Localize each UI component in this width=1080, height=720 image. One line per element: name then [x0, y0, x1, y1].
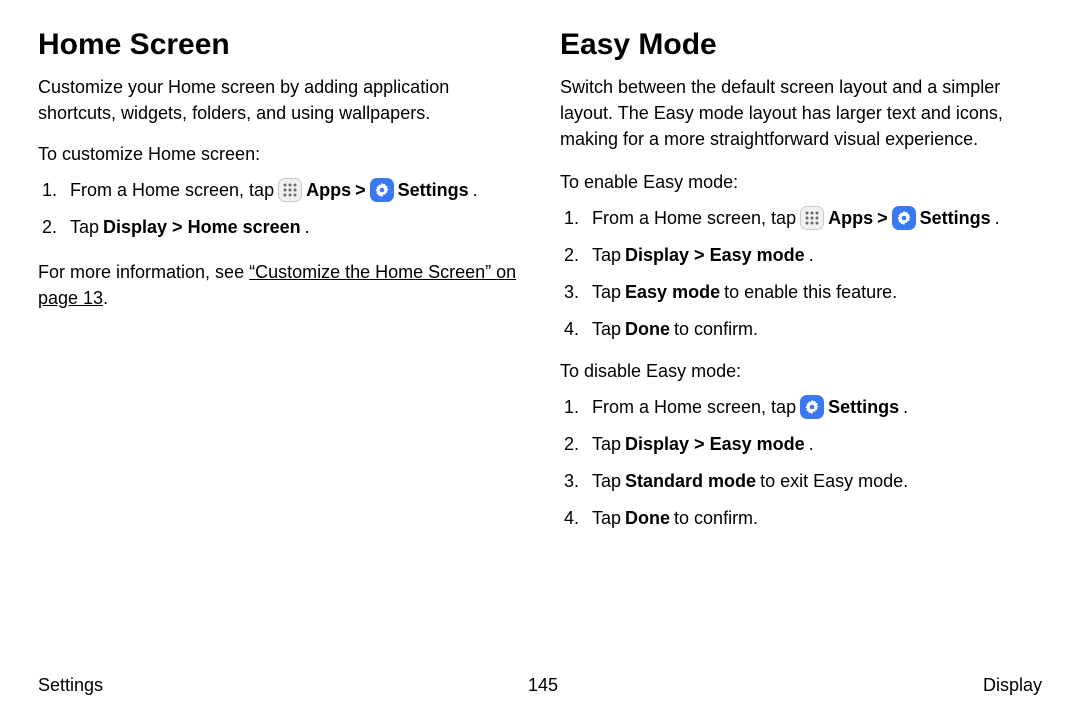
list-item: 4. Tap Done to confirm.: [560, 316, 1042, 343]
list-item: 3. Tap Easy mode to enable this feature.: [560, 279, 1042, 306]
footer-section-right: Display: [983, 675, 1042, 696]
step-text: Tap: [592, 505, 621, 532]
list-item: 4. Tap Done to confirm.: [560, 505, 1042, 532]
home-screen-intro: Customize your Home screen by adding app…: [38, 74, 520, 126]
list-item: 2. Tap Display > Easy mode.: [560, 431, 1042, 458]
list-item: 3. Tap Standard mode to exit Easy mode.: [560, 468, 1042, 495]
separator: >: [355, 177, 366, 204]
step-text: .: [305, 214, 310, 241]
footer-section-left: Settings: [38, 675, 103, 696]
step-text: Tap: [592, 468, 621, 495]
step-number: 4.: [564, 505, 592, 532]
list-item: 1. From a Home screen, tap Apps > Settin…: [560, 205, 1042, 232]
step-text: .: [809, 242, 814, 269]
step-number: 1.: [564, 394, 592, 421]
step-number: 3.: [564, 279, 592, 306]
settings-icon: [800, 395, 824, 419]
step-bold: Standard mode: [625, 468, 756, 495]
step-bold: Done: [625, 316, 670, 343]
list-item: 1. From a Home screen, tap Apps > Settin…: [38, 177, 520, 204]
list-item: 2. Tap Display > Easy mode.: [560, 242, 1042, 269]
step-text: From a Home screen, tap: [592, 394, 796, 421]
settings-icon: [370, 178, 394, 202]
disable-steps: 1. From a Home screen, tap Settings. 2. …: [560, 394, 1042, 532]
step-text: .: [473, 177, 478, 204]
separator: >: [877, 205, 888, 232]
step-bold: Display > Easy mode: [625, 242, 805, 269]
list-item: 1. From a Home screen, tap Settings.: [560, 394, 1042, 421]
more-info: For more information, see “Customize the…: [38, 259, 520, 311]
settings-label: Settings: [828, 394, 899, 421]
easy-mode-heading: Easy Mode: [560, 28, 1042, 62]
step-number: 3.: [564, 468, 592, 495]
home-screen-lead: To customize Home screen:: [38, 144, 520, 165]
more-info-post: .: [103, 288, 108, 308]
step-bold: Display > Easy mode: [625, 431, 805, 458]
enable-steps: 1. From a Home screen, tap Apps > Settin…: [560, 205, 1042, 343]
step-text: Tap: [70, 214, 99, 241]
step-text: .: [903, 394, 908, 421]
step-text: .: [809, 431, 814, 458]
step-text: Tap: [592, 242, 621, 269]
step-bold: Done: [625, 505, 670, 532]
home-screen-steps: 1. From a Home screen, tap Apps > Settin…: [38, 177, 520, 241]
step-bold: Display > Home screen: [103, 214, 301, 241]
step-text: to confirm.: [674, 316, 758, 343]
step-number: 1.: [42, 177, 70, 204]
step-number: 4.: [564, 316, 592, 343]
more-info-pre: For more information, see: [38, 262, 249, 282]
apps-icon: [800, 206, 824, 230]
step-text: to confirm.: [674, 505, 758, 532]
step-text: Tap: [592, 316, 621, 343]
step-number: 1.: [564, 205, 592, 232]
settings-label: Settings: [920, 205, 991, 232]
step-text: Tap: [592, 431, 621, 458]
disable-lead: To disable Easy mode:: [560, 361, 1042, 382]
apps-icon: [278, 178, 302, 202]
home-screen-heading: Home Screen: [38, 28, 520, 62]
step-number: 2.: [564, 431, 592, 458]
footer-page-number: 145: [528, 675, 558, 696]
step-number: 2.: [42, 214, 70, 241]
step-text: to enable this feature.: [724, 279, 897, 306]
enable-lead: To enable Easy mode:: [560, 172, 1042, 193]
step-text: From a Home screen, tap: [70, 177, 274, 204]
step-text: From a Home screen, tap: [592, 205, 796, 232]
page-footer: Settings 145 Display: [38, 675, 1042, 696]
easy-mode-intro: Switch between the default screen layout…: [560, 74, 1042, 152]
step-text: .: [995, 205, 1000, 232]
apps-label: Apps: [828, 205, 873, 232]
settings-label: Settings: [398, 177, 469, 204]
step-number: 2.: [564, 242, 592, 269]
step-text: Tap: [592, 279, 621, 306]
settings-icon: [892, 206, 916, 230]
apps-label: Apps: [306, 177, 351, 204]
step-bold: Easy mode: [625, 279, 720, 306]
step-text: to exit Easy mode.: [760, 468, 908, 495]
list-item: 2. Tap Display > Home screen.: [38, 214, 520, 241]
